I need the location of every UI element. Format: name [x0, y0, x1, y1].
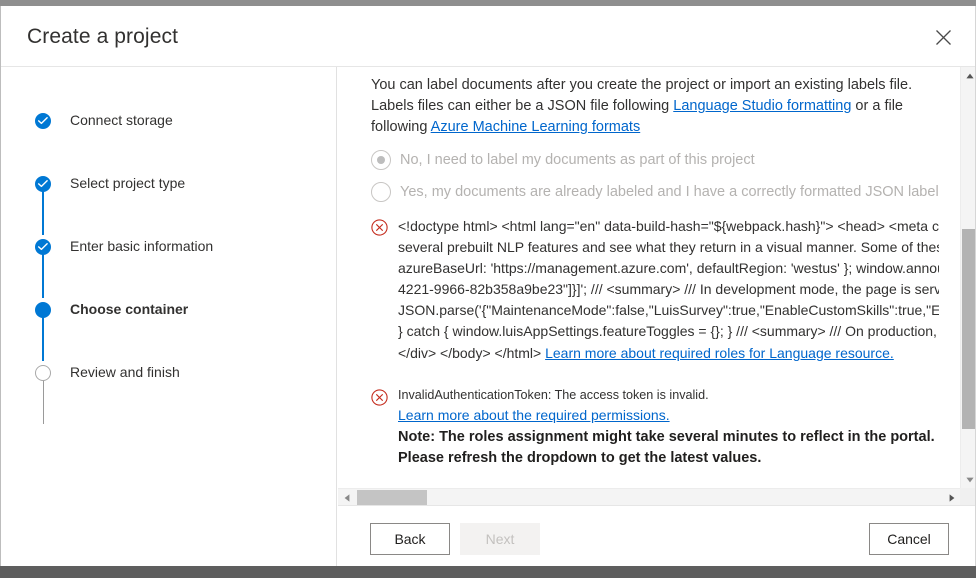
- dialog-titlebar: Create a project: [1, 6, 975, 67]
- triangle-right-icon[interactable]: [943, 489, 960, 505]
- radio-option-label: No, I need to label my documents as part…: [400, 152, 755, 168]
- step-connector-4: [43, 379, 44, 424]
- error-circle-icon: [371, 389, 388, 469]
- language-studio-formatting-link[interactable]: Language Studio formatting: [673, 98, 851, 114]
- error-tail-line: </div> </body> </html> Learn more about …: [398, 342, 939, 364]
- error-line: 4221-9966-82b358a9be23"]}]'; /// <summar…: [398, 281, 939, 297]
- error-tail-text: </div> </body> </html>: [398, 345, 546, 361]
- wizard-steps-panel: Connect storage Select project type Ente…: [1, 67, 337, 566]
- radio-option-no-labels[interactable]: No, I need to label my documents as part…: [371, 150, 939, 170]
- checkmark-glyph: [38, 117, 48, 125]
- scrollbar-corner: [960, 488, 975, 505]
- close-glyph: [935, 29, 951, 45]
- error-line: several prebuilt NLP features and see wh…: [398, 239, 939, 255]
- error-line: azureBaseUrl: 'https://management.azure.…: [398, 260, 939, 276]
- step-connector-1: [42, 190, 44, 235]
- step-pending-icon: [35, 365, 51, 381]
- error-body: <!doctype html> <html lang="en" data-bui…: [398, 216, 939, 364]
- page-title: Create a project: [27, 25, 179, 48]
- sidebar-item-label: Enter basic information: [70, 238, 214, 254]
- error-circle-icon: [371, 219, 388, 364]
- triangle-left-icon[interactable]: [338, 489, 355, 505]
- radio-icon: [371, 150, 391, 170]
- error-circle-glyph: [371, 389, 388, 406]
- checkmark-glyph: [38, 243, 48, 251]
- triangle-down-glyph: [965, 477, 974, 482]
- error-circle-glyph: [371, 219, 388, 236]
- vertical-scrollbar-thumb[interactable]: [962, 229, 975, 429]
- clipped-previous-line: [371, 67, 939, 75]
- back-button[interactable]: Back: [370, 523, 450, 555]
- sidebar-item-select-project-type[interactable]: Select project type: [35, 174, 185, 192]
- error-message-auth-token: InvalidAuthenticationToken: The access t…: [371, 386, 939, 469]
- horizontal-scrollbar[interactable]: [338, 488, 960, 505]
- content-scroll-viewport: You can label documents after you create…: [338, 67, 939, 488]
- sidebar-item-enter-basic-information[interactable]: Enter basic information: [35, 237, 213, 255]
- required-permissions-link[interactable]: Learn more about the required permission…: [398, 407, 670, 423]
- sidebar-item-connect-storage[interactable]: Connect storage: [35, 111, 173, 129]
- dialog-footer: Back Next Cancel: [338, 505, 975, 566]
- radio-icon: [371, 182, 391, 202]
- error-headline: InvalidAuthenticationToken: The access t…: [398, 388, 709, 402]
- triangle-right-glyph: [949, 493, 954, 502]
- horizontal-scrollbar-thumb[interactable]: [357, 490, 427, 505]
- error-body: InvalidAuthenticationToken: The access t…: [398, 386, 939, 469]
- step-connector-3: [42, 316, 44, 361]
- content-bottom-spacer: [371, 469, 939, 488]
- triangle-up-glyph: [965, 73, 974, 78]
- step-connector-2: [42, 253, 44, 298]
- wizard-content-panel: You can label documents after you create…: [338, 67, 975, 505]
- error-message-html-dump: <!doctype html> <html lang="en" data-bui…: [371, 216, 939, 364]
- step-current-icon: [35, 302, 51, 318]
- radio-option-has-labels[interactable]: Yes, my documents are already labeled an…: [371, 182, 939, 202]
- sidebar-item-label: Review and finish: [70, 364, 180, 380]
- vertical-scrollbar[interactable]: [960, 67, 975, 488]
- azure-ml-formats-link[interactable]: Azure Machine Learning formats: [431, 119, 641, 135]
- required-roles-link[interactable]: Learn more about required roles for Lang…: [545, 345, 894, 361]
- step-check-icon: [35, 176, 51, 192]
- step-check-icon: [35, 239, 51, 255]
- sidebar-item-label: Connect storage: [70, 112, 173, 128]
- sidebar-item-label: Select project type: [70, 175, 186, 191]
- error-link-row: Learn more about the required permission…: [398, 404, 939, 427]
- content-scroll-surface: You can label documents after you create…: [371, 67, 939, 488]
- step-check-icon: [35, 113, 51, 129]
- triangle-down-icon[interactable]: [961, 471, 975, 488]
- triangle-up-icon[interactable]: [961, 67, 975, 84]
- labels-description: You can label documents after you create…: [371, 75, 939, 138]
- checkmark-glyph: [38, 180, 48, 188]
- close-icon[interactable]: [923, 18, 963, 56]
- sidebar-item-review-and-finish[interactable]: Review and finish: [35, 363, 180, 381]
- create-project-dialog: Create a project Connect storage Select …: [0, 6, 976, 566]
- next-button: Next: [460, 523, 540, 555]
- error-note: Note: The roles assignment might take se…: [398, 429, 935, 466]
- error-line: } catch { window.luisAppSettings.feature…: [398, 323, 939, 339]
- window-bottom-band: [0, 566, 976, 578]
- error-line: JSON.parse('{"MaintenanceMode":false,"Lu…: [398, 302, 939, 318]
- sidebar-item-label: Choose container: [70, 301, 189, 317]
- sidebar-item-choose-container[interactable]: Choose container: [35, 300, 188, 318]
- cancel-button[interactable]: Cancel: [869, 523, 949, 555]
- error-line: <!doctype html> <html lang="en" data-bui…: [398, 218, 939, 234]
- triangle-left-glyph: [344, 493, 349, 502]
- radio-option-label: Yes, my documents are already labeled an…: [400, 184, 939, 200]
